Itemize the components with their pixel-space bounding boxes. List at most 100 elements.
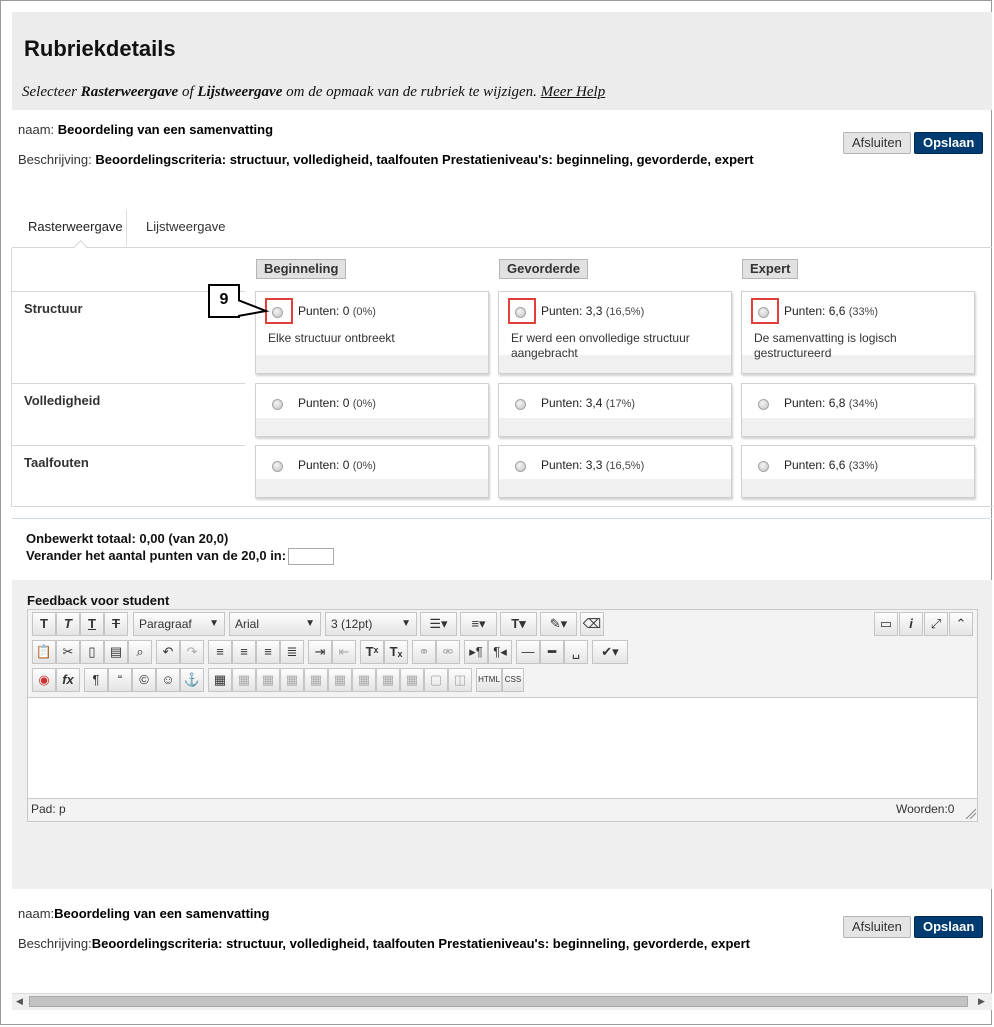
description-label: Beschrijving: (18, 152, 92, 167)
align-center-icon[interactable]: ≡ (232, 640, 256, 664)
search-icon[interactable]: ⌕ (128, 640, 152, 664)
radio-button[interactable] (515, 399, 526, 410)
radio-button[interactable] (758, 399, 769, 410)
cell-footer (742, 418, 974, 436)
nonbreaking-space-icon[interactable]: ␣ (564, 640, 588, 664)
table-merge-icon[interactable]: ▦ (400, 668, 424, 692)
rubric-cell[interactable]: Punten: 6,6 (33%) (741, 445, 975, 498)
spellcheck-icon[interactable]: ✔▾ (592, 640, 628, 664)
scrollbar-thumb[interactable] (29, 996, 968, 1007)
copyright-icon[interactable]: © (132, 668, 156, 692)
info-icon[interactable]: i (899, 612, 923, 636)
indent-icon[interactable]: ⇥ (308, 640, 332, 664)
level-header: Beginneling (256, 259, 347, 279)
table-row-after-icon[interactable]: ▦ (256, 668, 280, 692)
horizontal-scrollbar[interactable]: ◀ ▶ (12, 993, 992, 1010)
cut-icon[interactable]: ✂ (56, 640, 80, 664)
word-count: Woorden:0 (896, 802, 955, 816)
cell-points: Punten: 0 (0%) (298, 396, 376, 410)
cell-points: Punten: 3,4 (17%) (541, 396, 635, 410)
scroll-left-icon[interactable]: ◀ (16, 996, 23, 1007)
anchor-icon[interactable]: ⚓ (180, 668, 204, 692)
footer-close-button[interactable]: Afsluiten (843, 916, 911, 938)
ltr-icon[interactable]: ▸¶ (464, 640, 488, 664)
copy-icon[interactable]: ▯ (80, 640, 104, 664)
italic-icon[interactable]: T (56, 612, 80, 636)
css-button[interactable]: CSS (502, 668, 524, 692)
rubric-cell[interactable]: Punten: 6,8 (34%) (741, 383, 975, 437)
rtl-icon[interactable]: ¶◂ (488, 640, 512, 664)
paste-text-icon[interactable]: ▤ (104, 640, 128, 664)
table-row-before-icon[interactable]: ▦ (232, 668, 256, 692)
format-select[interactable]: Paragraaf ▼ (133, 612, 225, 636)
editor-content-area[interactable] (28, 697, 977, 799)
table-delete-col-icon[interactable]: ▦ (352, 668, 376, 692)
table-cell-props-icon[interactable]: ▦ (376, 668, 400, 692)
table-icon[interactable]: ▦ (208, 668, 232, 692)
collapse-toolbar-icon[interactable]: ⌃ (949, 612, 973, 636)
radio-button[interactable] (758, 461, 769, 472)
resize-handle-icon[interactable] (964, 807, 976, 819)
emoticon-icon[interactable]: ☺ (156, 668, 180, 692)
instruction-pre: Selecteer (22, 84, 81, 100)
font-select[interactable]: Arial ▼ (229, 612, 321, 636)
name-label: naam: (18, 122, 55, 137)
points-value: Punten: 6,6 (784, 304, 846, 318)
rubric-cell[interactable]: Punten: 0 (0%) (255, 445, 489, 498)
table-delete-row-icon[interactable]: ▦ (280, 668, 304, 692)
align-right-icon[interactable]: ≡ (256, 640, 280, 664)
bold-icon[interactable]: T (32, 612, 56, 636)
strikethrough-icon[interactable]: T (104, 612, 128, 636)
points-input[interactable] (288, 548, 334, 565)
cell-footer (499, 418, 731, 436)
cell-footer (256, 355, 488, 373)
table-split-cols-icon[interactable]: ◫ (448, 668, 472, 692)
rubric-cell[interactable]: Punten: 3,4 (17%) (498, 383, 732, 437)
blockquote-icon[interactable]: “ (108, 668, 132, 692)
eraser-icon[interactable]: ⌫ (580, 612, 604, 636)
more-help-link[interactable]: Meer Help (541, 84, 606, 100)
radio-button[interactable] (272, 461, 283, 472)
outdent-icon[interactable]: ⇤ (332, 640, 356, 664)
rubric-cell[interactable]: Punten: 0 (0%) (255, 383, 489, 437)
align-left-icon[interactable]: ≡ (208, 640, 232, 664)
horizontal-rule-icon[interactable]: — (516, 640, 540, 664)
footer-save-button[interactable]: Opslaan (914, 916, 984, 938)
link-icon[interactable]: ⚭ (412, 640, 436, 664)
table-col-before-icon[interactable]: ▦ (304, 668, 328, 692)
paste-icon[interactable]: 📋 (32, 640, 56, 664)
bullet-list-icon[interactable]: ☰▾ (420, 612, 457, 636)
save-button[interactable]: Opslaan (914, 132, 984, 154)
radio-button[interactable] (272, 399, 283, 410)
preview-icon[interactable]: ▭ (874, 612, 898, 636)
formula-icon[interactable]: fx (56, 668, 80, 692)
points-value: Punten: 6,8 (784, 396, 846, 410)
page-title: Rubriekdetails (24, 36, 176, 61)
thick-rule-icon[interactable]: ━ (540, 640, 564, 664)
undo-icon[interactable]: ↶ (156, 640, 180, 664)
numbered-list-icon[interactable]: ≡▾ (460, 612, 497, 636)
scroll-right-icon[interactable]: ▶ (978, 996, 985, 1007)
chevron-down-icon: ▼ (305, 618, 315, 629)
footer-description-label: Beschrijving: (18, 936, 92, 951)
underline-icon[interactable]: T (80, 612, 104, 636)
redo-icon[interactable]: ↷ (180, 640, 204, 664)
radio-button[interactable] (515, 461, 526, 472)
close-button[interactable]: Afsluiten (843, 132, 911, 154)
highlight-color-icon[interactable]: ✎▾ (540, 612, 577, 636)
fullscreen-icon[interactable]: ⤢ (924, 612, 948, 636)
rubric-cell[interactable]: Punten: 3,3 (16,5%) (498, 445, 732, 498)
superscript-icon[interactable]: Tˣ (360, 640, 384, 664)
subscript-icon[interactable]: Tₓ (384, 640, 408, 664)
size-select[interactable]: 3 (12pt) ▼ (325, 612, 417, 636)
justify-icon[interactable]: ≣ (280, 640, 304, 664)
tab-grid-view[interactable]: Rasterweergave (12, 210, 127, 246)
record-icon[interactable]: ◉ (32, 668, 56, 692)
html-button[interactable]: HTML (476, 668, 502, 692)
table-col-after-icon[interactable]: ▦ (328, 668, 352, 692)
paragraph-icon[interactable]: ¶ (84, 668, 108, 692)
table-split-icon[interactable]: ▢ (424, 668, 448, 692)
text-color-icon[interactable]: T▾ (500, 612, 537, 636)
unlink-icon[interactable]: ⚮ (436, 640, 460, 664)
tab-list-view[interactable]: Lijstweergave (130, 210, 242, 246)
